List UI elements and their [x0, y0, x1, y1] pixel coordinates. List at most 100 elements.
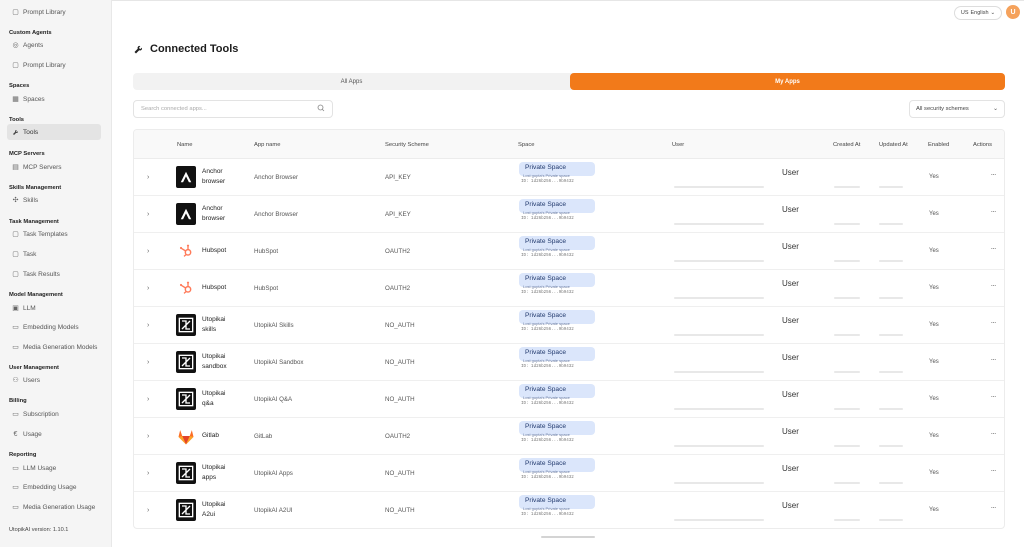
expand-chevron-icon[interactable]: ›	[147, 381, 149, 417]
expand-chevron-icon[interactable]: ›	[147, 196, 149, 232]
sidebar-item-task-results[interactable]: ▢ Task Results	[9, 266, 102, 282]
redacted-text	[834, 482, 860, 484]
user-name: User	[782, 168, 799, 177]
table-row[interactable]: › Utopikai skills UtopikAI Skills NO_AUTH Pr…	[134, 307, 1004, 344]
search-icon[interactable]	[317, 104, 325, 114]
tab-all-apps[interactable]: All Apps	[133, 73, 570, 90]
sidebar-item-prompt-library-top[interactable]: ▢ Prompt Library	[9, 4, 102, 20]
redacted-text	[834, 445, 860, 447]
sidebar-item-prompt-library[interactable]: ▢ Prompt Library	[9, 57, 102, 73]
sidebar-item-label: Prompt Library	[23, 8, 66, 16]
more-actions-icon[interactable]: ···	[987, 392, 999, 401]
table-row[interactable]: › Utopikai A2ui UtopikAI A2UI NO_AUTH Privat…	[134, 492, 1004, 528]
more-actions-icon[interactable]: ···	[987, 170, 999, 179]
table-row[interactable]: › Utopikai apps UtopikAI Apps NO_AUTH Privat…	[134, 455, 1004, 492]
tab-my-apps[interactable]: My Apps	[570, 73, 1005, 90]
expand-chevron-icon[interactable]: ›	[147, 233, 149, 269]
redacted-text	[834, 223, 860, 225]
table-row[interactable]: › Anchor browser Anchor Browser API_KEY Priv…	[134, 196, 1004, 233]
redacted-text	[674, 223, 764, 225]
more-actions-icon[interactable]: ···	[987, 429, 999, 438]
horizontal-scrollbar[interactable]	[541, 536, 595, 538]
table-row[interactable]: › Hubspot HubSpot OAUTH2 Private Space Lost g…	[134, 270, 1004, 307]
sidebar-item-llm-usage[interactable]: ▭ LLM Usage	[9, 460, 102, 476]
expand-chevron-icon[interactable]: ›	[147, 307, 149, 343]
enabled-status: Yes	[929, 470, 939, 476]
expand-chevron-icon[interactable]: ›	[147, 492, 149, 528]
more-actions-icon[interactable]: ···	[987, 207, 999, 216]
sidebar-item-spaces[interactable]: ▦ Spaces	[9, 91, 102, 107]
redacted-text	[879, 334, 903, 336]
table-row[interactable]: › Gitlab GitLab OAUTH2 Private Space Lost gup…	[134, 418, 1004, 455]
enabled-status: Yes	[929, 396, 939, 402]
avatar[interactable]: U	[1006, 5, 1020, 19]
column-app-name: App name	[254, 141, 281, 148]
sidebar-item-users[interactable]: ⚇ Users	[9, 372, 102, 388]
sidebar-item-task[interactable]: ▢ Task	[9, 246, 102, 262]
app-name: HubSpot	[254, 284, 279, 292]
app-logo	[176, 270, 196, 306]
table-header: Name App name Security Scheme Space User…	[134, 130, 1004, 159]
utopik-logo-icon	[176, 351, 196, 373]
hubspot-logo-icon	[176, 240, 196, 262]
user-name: User	[782, 464, 799, 473]
space-subtitle: Lost gupta's Private space	[523, 506, 570, 511]
language-selector[interactable]: US English ⌄	[954, 6, 1002, 20]
redacted-text	[879, 223, 903, 225]
table-row[interactable]: › Hubspot HubSpot OAUTH2 Private Space Lost g…	[134, 233, 1004, 270]
redacted-text	[674, 371, 764, 373]
table-row[interactable]: › Utopikai sandbox UtopikAI Sandbox NO_AUTH…	[134, 344, 1004, 381]
task-icon: ▢	[12, 251, 19, 258]
sidebar-item-embedding-usage[interactable]: ▭ Embedding Usage	[9, 479, 102, 495]
more-actions-icon[interactable]: ···	[987, 355, 999, 364]
sidebar-item-usage[interactable]: € Usage	[9, 426, 102, 442]
agent-icon: ◎	[12, 42, 19, 49]
sidebar-item-subscription[interactable]: ▭ Subscription	[9, 406, 102, 422]
table-row[interactable]: › Anchor browser Anchor Browser API_KEY Priv…	[134, 159, 1004, 196]
app-name: Anchor Browser	[254, 173, 299, 181]
sidebar-item-agents[interactable]: ◎ Agents	[9, 37, 102, 53]
redacted-text	[879, 408, 903, 410]
library-icon: ▢	[12, 9, 19, 16]
space-subtitle: Lost gupta's Private space	[523, 469, 570, 474]
sidebar-item-skills[interactable]: ✣ Skills	[9, 192, 102, 208]
sidebar-item-media-generation-models[interactable]: ▭ Media Generation Models	[9, 339, 102, 355]
expand-chevron-icon[interactable]: ›	[147, 418, 149, 454]
space-subtitle: Lost gupta's Private space	[523, 284, 570, 289]
tool-name-text: Hubspot	[202, 284, 227, 291]
more-actions-icon[interactable]: ···	[987, 281, 999, 290]
redacted-text	[674, 260, 764, 262]
sidebar-item-media-generation-usage[interactable]: ▭ Media Generation Usage	[9, 499, 102, 515]
sidebar-item-label: Embedding Models	[23, 323, 79, 331]
sidebar-item-llm[interactable]: ▣ LLM	[9, 300, 102, 316]
search-input[interactable]	[141, 106, 317, 112]
page-title-text: Connected Tools	[150, 43, 239, 55]
more-actions-icon[interactable]: ···	[987, 466, 999, 475]
space-subtitle: Lost gupta's Private space	[523, 395, 570, 400]
tool-name: Hubspot	[202, 270, 238, 306]
expand-chevron-icon[interactable]: ›	[147, 344, 149, 380]
user-name: User	[782, 427, 799, 436]
sidebar-item-embedding-models[interactable]: ▭ Embedding Models	[9, 319, 102, 335]
expand-chevron-icon[interactable]: ›	[147, 455, 149, 491]
security-scheme-filter[interactable]: All security schemes ⌄	[909, 100, 1005, 118]
space-id: ID: 1d26b256...9b9432	[521, 328, 574, 332]
app-name: HubSpot	[254, 247, 279, 255]
more-actions-icon[interactable]: ···	[987, 503, 999, 512]
redacted-text	[674, 334, 764, 336]
wrench-icon	[133, 43, 145, 55]
sidebar-item-task-templates[interactable]: ▢ Task Templates	[9, 226, 102, 242]
expand-chevron-icon[interactable]: ›	[147, 270, 149, 306]
redacted-text	[834, 260, 860, 262]
sidebar-item-label: Media Generation Usage	[23, 503, 96, 511]
redacted-text	[834, 371, 860, 373]
sidebar-item-tools[interactable]: Tools	[7, 124, 101, 140]
space-subtitle: Lost gupta's Private space	[523, 173, 570, 178]
more-actions-icon[interactable]: ···	[987, 318, 999, 327]
tool-name-text: Utopikai apps	[202, 464, 226, 481]
sidebar-item-mcp-servers[interactable]: ▤ MCP Servers	[9, 159, 102, 175]
table-row[interactable]: › Utopikai q&a UtopikAI Q&A NO_AUTH Private …	[134, 381, 1004, 418]
sidebar-section-heading: Model Management	[9, 292, 63, 298]
more-actions-icon[interactable]: ···	[987, 244, 999, 253]
expand-chevron-icon[interactable]: ›	[147, 159, 149, 195]
